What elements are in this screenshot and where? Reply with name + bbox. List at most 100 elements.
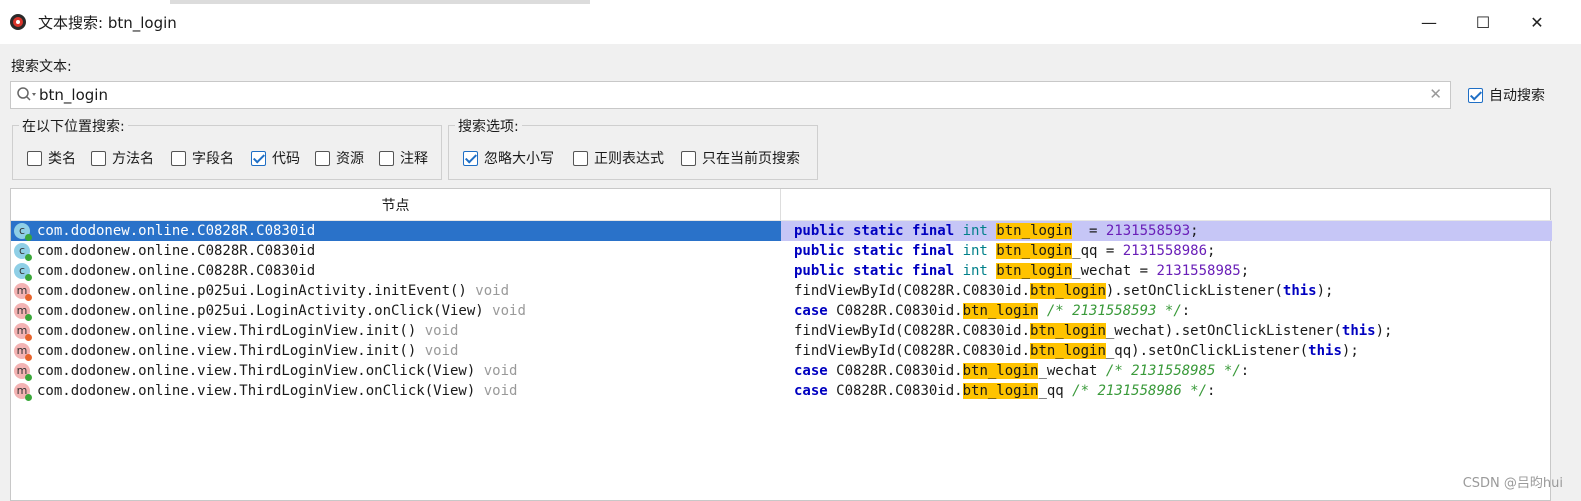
- code-cell[interactable]: findViewById(C0828R.C0830id.btn_login_we…: [781, 321, 1552, 341]
- checkbox-icon[interactable]: [91, 150, 106, 166]
- code-token: _qq).setOnClickListener(: [1105, 343, 1309, 359]
- code-cell[interactable]: case C0828R.C0830id.btn_login /* 2131558…: [781, 301, 1552, 321]
- option-ignore-case[interactable]: 忽略大小写: [463, 148, 554, 168]
- code-cell[interactable]: public static final int btn_login = 2131…: [781, 221, 1552, 241]
- option-resource[interactable]: 资源: [315, 148, 364, 168]
- code-token: public static final: [794, 223, 963, 239]
- option-label: 注释: [400, 151, 428, 167]
- option-code[interactable]: 代码: [251, 148, 300, 168]
- table-row[interactable]: c com.dodonew.online.C0828R.C0830id public…: [11, 221, 1552, 241]
- table-row[interactable]: m com.dodonew.online.p025ui.LoginActivity…: [11, 301, 1552, 321]
- checkbox-checked-icon[interactable]: [251, 150, 266, 166]
- checkbox-icon[interactable]: [171, 150, 186, 166]
- code-token: ;: [1190, 223, 1199, 239]
- option-label: 资源: [336, 151, 364, 167]
- checkbox-icon[interactable]: [681, 150, 696, 166]
- code-token: 2131558986: [1122, 243, 1208, 259]
- checkbox-icon[interactable]: [379, 150, 394, 166]
- code-token: _wechat).setOnClickListener(: [1105, 323, 1342, 339]
- option-label: 忽略大小写: [484, 151, 554, 167]
- column-header-code[interactable]: [781, 189, 1552, 221]
- code-token: );: [1341, 343, 1359, 359]
- table-row[interactable]: c com.dodonew.online.C0828R.C0830id public…: [11, 241, 1552, 261]
- option-class-name[interactable]: 类名: [27, 148, 76, 168]
- code-token: :: [1207, 383, 1216, 399]
- option-field-name[interactable]: 字段名: [171, 148, 234, 168]
- match-highlight: btn_login: [1030, 343, 1106, 359]
- access-dot-icon: [25, 254, 32, 261]
- code-token: /* 2131558593 */: [1038, 303, 1182, 319]
- maximize-icon: ☐: [1475, 12, 1491, 32]
- node-cell[interactable]: c com.dodonew.online.C0828R.C0830id: [11, 221, 781, 241]
- option-current-page[interactable]: 只在当前页搜索: [681, 148, 800, 168]
- node-path: com.dodonew.online.C0828R.C0830id: [37, 223, 316, 239]
- node-cell[interactable]: m com.dodonew.online.view.ThirdLoginView.…: [11, 381, 781, 401]
- code-cell[interactable]: findViewById(C0828R.C0830id.btn_login_qq…: [781, 341, 1552, 361]
- code-cell[interactable]: findViewById(C0828R.C0830id.btn_login).s…: [781, 281, 1552, 301]
- access-dot-icon: [25, 234, 32, 241]
- code-token: 2131558985: [1156, 263, 1241, 279]
- code-token: this: [1341, 323, 1376, 339]
- option-label: 字段名: [192, 151, 234, 167]
- column-header-node[interactable]: 节点: [11, 189, 781, 221]
- method-icon: m: [14, 363, 32, 381]
- code-token: findViewById(C0828R.C0830id.: [794, 343, 1031, 359]
- node-cell[interactable]: c com.dodonew.online.C0828R.C0830id: [11, 261, 781, 281]
- maximize-button[interactable]: ☐: [1460, 6, 1506, 38]
- code-cell[interactable]: public static final int btn_login_wechat…: [781, 261, 1552, 281]
- code-token: _qq: [1038, 383, 1064, 399]
- table-row[interactable]: c com.dodonew.online.C0828R.C0830id public…: [11, 261, 1552, 281]
- checkbox-icon[interactable]: [573, 150, 588, 166]
- node-cell[interactable]: m com.dodonew.online.p025ui.LoginActivity…: [11, 301, 781, 321]
- match-highlight: btn_login: [1030, 323, 1106, 339]
- code-cell[interactable]: public static final int btn_login_qq = 2…: [781, 241, 1552, 261]
- class-icon: c: [14, 263, 32, 281]
- node-path: com.dodonew.online.view.ThirdLoginView.o…: [37, 383, 476, 399]
- match-highlight: btn_login: [996, 243, 1073, 259]
- checkbox-checked-icon[interactable]: [1468, 87, 1483, 103]
- option-label: 只在当前页搜索: [702, 151, 800, 167]
- clear-icon[interactable]: ✕: [1429, 85, 1442, 103]
- code-cell[interactable]: case C0828R.C0830id.btn_login_wechat /* …: [781, 361, 1552, 381]
- table-row[interactable]: m com.dodonew.online.view.ThirdLoginView.…: [11, 341, 1552, 361]
- node-path: com.dodonew.online.view.ThirdLoginView.i…: [37, 343, 417, 359]
- option-label: 正则表达式: [594, 151, 664, 167]
- checkbox-checked-icon[interactable]: [463, 150, 478, 166]
- table-row[interactable]: m com.dodonew.online.p025ui.LoginActivity…: [11, 281, 1552, 301]
- node-text: com.dodonew.online.C0828R.C0830id: [37, 221, 315, 241]
- access-dot-icon: [25, 294, 32, 301]
- checkbox-icon[interactable]: [315, 150, 330, 166]
- search-value: btn_login: [39, 86, 108, 104]
- node-cell[interactable]: m com.dodonew.online.view.ThirdLoginView.…: [11, 361, 781, 381]
- node-cell[interactable]: m com.dodonew.online.p025ui.LoginActivity…: [11, 281, 781, 301]
- class-icon: c: [14, 223, 32, 241]
- close-button[interactable]: ✕: [1514, 6, 1560, 38]
- match-highlight: btn_login: [996, 263, 1073, 279]
- close-icon: ✕: [1530, 12, 1544, 32]
- search-input[interactable]: btn_login ✕: [10, 81, 1451, 109]
- option-method-name[interactable]: 方法名: [91, 148, 154, 168]
- node-cell[interactable]: m com.dodonew.online.view.ThirdLoginView.…: [11, 321, 781, 341]
- minimize-button[interactable]: —: [1406, 6, 1452, 38]
- auto-search-label: 自动搜索: [1489, 88, 1545, 104]
- node-cell[interactable]: m com.dodonew.online.view.ThirdLoginView.…: [11, 341, 781, 361]
- auto-search-checkbox[interactable]: 自动搜索: [1468, 85, 1545, 105]
- node-cell[interactable]: c com.dodonew.online.C0828R.C0830id: [11, 241, 781, 261]
- checkbox-icon[interactable]: [27, 150, 42, 166]
- method-icon: m: [14, 383, 32, 401]
- table-row[interactable]: m com.dodonew.online.view.ThirdLoginView.…: [11, 321, 1552, 341]
- match-highlight: btn_login: [962, 383, 1039, 399]
- code-token: ).setOnClickListener(: [1105, 283, 1283, 299]
- access-dot-icon: [25, 354, 32, 361]
- option-label: 代码: [272, 151, 300, 167]
- table-row[interactable]: m com.dodonew.online.view.ThirdLoginView.…: [11, 381, 1552, 401]
- match-highlight: btn_login: [962, 303, 1039, 319]
- code-cell[interactable]: case C0828R.C0830id.btn_login_qq /* 2131…: [781, 381, 1552, 401]
- option-regex[interactable]: 正则表达式: [573, 148, 664, 168]
- option-comment[interactable]: 注释: [379, 148, 428, 168]
- search-label: 搜索文本:: [11, 59, 72, 75]
- node-path: com.dodonew.online.p025ui.LoginActivity.…: [37, 283, 467, 299]
- access-dot-icon: [25, 274, 32, 281]
- table-row[interactable]: m com.dodonew.online.view.ThirdLoginView.…: [11, 361, 1552, 381]
- code-token: this: [1282, 283, 1317, 299]
